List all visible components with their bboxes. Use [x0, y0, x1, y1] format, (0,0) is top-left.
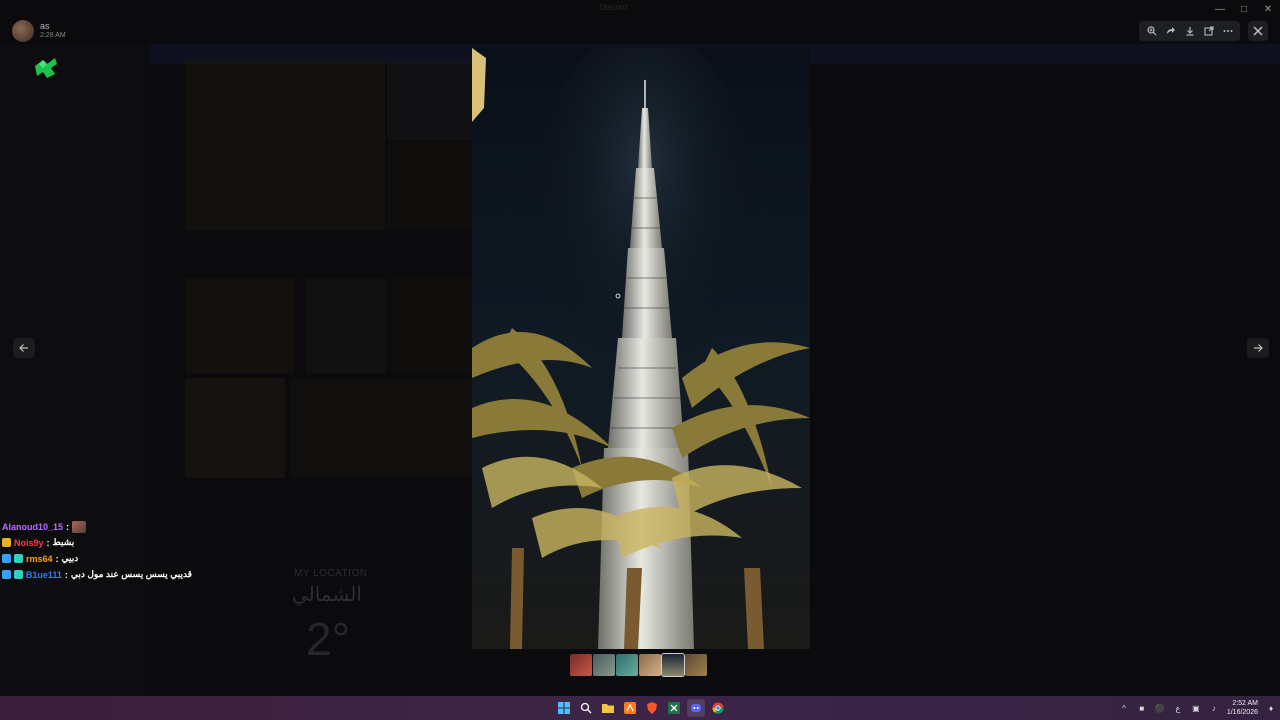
forward-icon[interactable]: [1163, 23, 1179, 39]
file-explorer-icon[interactable]: [599, 699, 617, 717]
system-tray: ^ ■ ⚫ ع ▣ ♪ 2:52 AM 1/16/2026 ♦: [1119, 696, 1276, 720]
thumbnail[interactable]: [570, 654, 592, 676]
brave-icon[interactable]: [643, 699, 661, 717]
subscriber-badge-icon: [2, 538, 11, 547]
chat-username: rms64: [26, 553, 53, 564]
next-image-button[interactable]: [1247, 338, 1269, 358]
thumbnail[interactable]: [685, 654, 707, 676]
thumbnail-active[interactable]: [661, 653, 685, 677]
chat-message: Nois9y : بشبط: [2, 536, 192, 549]
chat-username: B1ue111: [25, 569, 62, 580]
chat-text: بشبط: [52, 537, 75, 547]
chat-message: B1ue111 : قديبي يسس يسس عند مول دبي: [2, 568, 192, 581]
notification-bell-icon[interactable]: ♦: [1266, 703, 1276, 713]
badge-icon: [2, 554, 11, 563]
green-pixel-sprite-icon: [35, 58, 57, 78]
chevron-up-icon[interactable]: ^: [1119, 703, 1129, 713]
clock-date: 1/16/2026: [1226, 709, 1258, 716]
previous-image-button[interactable]: [13, 338, 35, 358]
chat-text: قديبي يسس يسس عند مول دبي: [70, 569, 192, 579]
chat-message: rms64 : دبيي: [2, 552, 192, 565]
clock-time: 2:52 AM: [1232, 700, 1258, 707]
minimize-icon[interactable]: —: [1208, 0, 1232, 18]
weather-city: الشمالي: [292, 584, 362, 606]
badge-icon: [14, 554, 23, 563]
arrow-left-icon: [19, 344, 28, 352]
more-icon[interactable]: [1220, 23, 1236, 39]
chrome-icon[interactable]: [709, 699, 727, 717]
chat-message: Alanoud10_15 :: [2, 520, 192, 533]
chat-username: Alanoud10_15: [2, 521, 64, 532]
background-sidebar: [0, 44, 150, 696]
window-controls: — □ ✕: [1208, 0, 1280, 18]
stream-chat-overlay: Alanoud10_15 : Nois9y : بشبط rms64 : دبي…: [2, 520, 192, 581]
image-viewer-photo[interactable]: [472, 48, 810, 649]
windows-taskbar: ^ ■ ⚫ ع ▣ ♪ 2:52 AM 1/16/2026 ♦: [0, 696, 1280, 720]
volume-icon[interactable]: ♪: [1209, 703, 1219, 713]
weather-temp: 2°: [306, 613, 350, 665]
windows-icon[interactable]: [555, 699, 573, 717]
burj-khalifa-photo: [472, 48, 810, 649]
close-icon[interactable]: [1248, 21, 1268, 41]
taskbar-apps: [555, 699, 727, 717]
arrow-right-icon: [1254, 344, 1263, 352]
language-indicator[interactable]: ع: [1173, 703, 1183, 713]
tray-app-icon[interactable]: ■: [1137, 703, 1147, 713]
window-close-icon[interactable]: ✕: [1256, 0, 1280, 18]
discord-icon[interactable]: [687, 699, 705, 717]
download-icon[interactable]: [1182, 23, 1198, 39]
avatar: [12, 20, 34, 42]
thumbnail[interactable]: [639, 654, 661, 676]
background-gallery: [185, 60, 475, 500]
user-profile[interactable]: as 2:28 AM: [12, 20, 66, 42]
chat-text: دبيي: [61, 553, 79, 563]
search-icon[interactable]: [577, 699, 595, 717]
thumbnail-strip: [570, 653, 707, 677]
network-icon[interactable]: ▣: [1191, 703, 1201, 713]
taskbar-clock[interactable]: 2:52 AM 1/16/2026: [1227, 699, 1258, 717]
zoom-in-icon[interactable]: [1144, 23, 1160, 39]
open-external-icon[interactable]: [1201, 23, 1217, 39]
weather-title: MY LOCATION: [294, 568, 368, 579]
profile-name: as: [40, 21, 50, 31]
chat-username: Nois9y: [14, 537, 44, 548]
microphone-icon[interactable]: ⚫: [1155, 703, 1165, 713]
excel-icon[interactable]: [665, 699, 683, 717]
badge-icon: [2, 570, 11, 579]
chat-emote: [72, 520, 87, 533]
profile-time: 2:28 AM: [40, 32, 66, 39]
badge-icon: [13, 570, 23, 579]
maximize-icon[interactable]: □: [1232, 0, 1256, 18]
window-title: Discord: [600, 3, 628, 12]
thumbnail[interactable]: [593, 654, 615, 676]
app-orange-icon[interactable]: [621, 699, 639, 717]
thumbnail[interactable]: [616, 654, 638, 676]
image-viewer-toolbar: [1139, 21, 1240, 41]
